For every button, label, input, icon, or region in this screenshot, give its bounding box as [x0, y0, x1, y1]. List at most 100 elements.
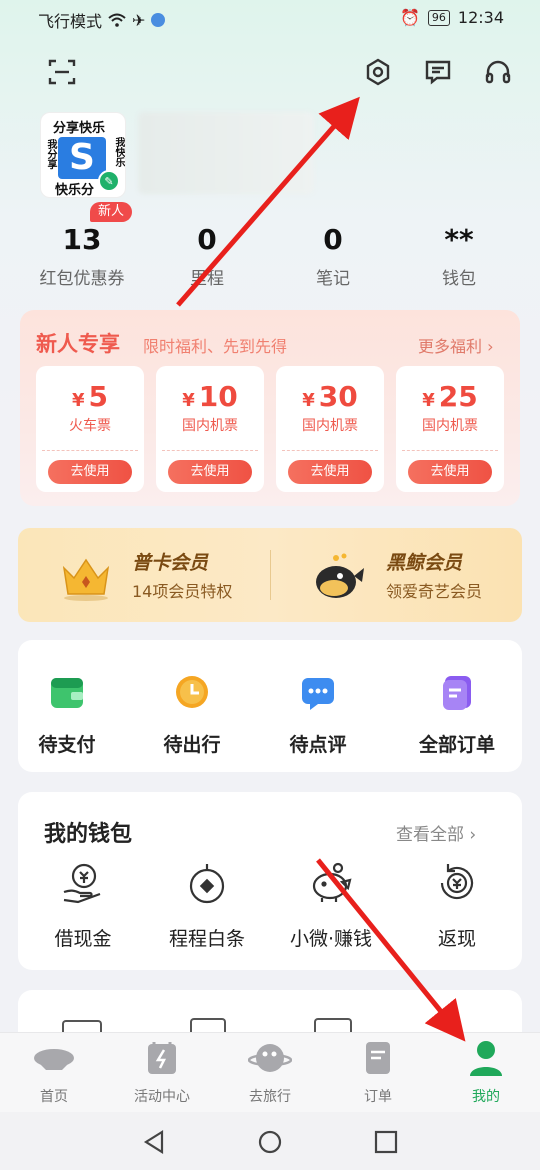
- coupon-currency: ¥: [302, 390, 315, 411]
- wallet-label: 小微·赚钱: [289, 928, 373, 950]
- nav-home[interactable]: 首页: [0, 1036, 108, 1106]
- stat-value: 13: [62, 223, 102, 256]
- credit-icon: [189, 864, 225, 904]
- stat-coupons[interactable]: 13 红包优惠券: [22, 222, 142, 289]
- order-label: 待支付: [38, 734, 96, 756]
- avatar-text-left: 我分享: [45, 139, 56, 169]
- coupon-divider: [282, 450, 378, 451]
- coupon-currency: ¥: [182, 390, 195, 411]
- use-coupon-button[interactable]: 去使用: [48, 460, 132, 484]
- order-label: 待出行: [163, 734, 221, 756]
- alarm-icon: ⏰: [399, 8, 420, 27]
- comment-icon: [302, 678, 334, 710]
- membership-divider: [270, 550, 271, 600]
- coupon-divider: [162, 450, 258, 451]
- membership-subtitle: 14项会员特权: [132, 582, 233, 601]
- coupon-name: 火车票: [69, 418, 111, 434]
- nav-label: 订单: [364, 1089, 392, 1105]
- wallet-item-cashback[interactable]: 返现: [402, 860, 512, 951]
- recents-icon[interactable]: [372, 1128, 400, 1156]
- settings-icon[interactable]: [360, 54, 396, 90]
- piggy-bank-icon: [312, 862, 352, 902]
- nav-label: 活动中心: [134, 1089, 190, 1105]
- clock-icon: [176, 676, 208, 708]
- wallet-item-cash-loan[interactable]: 借现金: [28, 860, 138, 951]
- wallet-label: 程程白条: [168, 928, 245, 950]
- coupon-amount: 30: [318, 380, 358, 413]
- coupon-amount: 5: [88, 380, 108, 413]
- message-icon[interactable]: [420, 54, 456, 90]
- coupon-amount: 10: [198, 380, 238, 413]
- customer-service-icon[interactable]: [480, 54, 516, 90]
- coupon-currency: ¥: [71, 390, 85, 411]
- nav-profile[interactable]: 我的: [432, 1036, 540, 1106]
- status-left: 飞行模式 ✈: [38, 8, 166, 32]
- stat-mileage[interactable]: 0 里程: [147, 222, 267, 289]
- newcomer-subtitle: 限时福利、先到先得: [143, 337, 288, 356]
- wallet-item-earn[interactable]: 小微·赚钱: [276, 860, 386, 951]
- order-pending-payment[interactable]: 待支付: [12, 672, 122, 757]
- more-benefits-link[interactable]: 更多福利 ›: [418, 333, 494, 357]
- avatar-text-bottom: 快乐分: [55, 183, 95, 198]
- wallet-label: 借现金: [54, 928, 112, 950]
- wallet-icon: [51, 678, 83, 708]
- avatar-text-top: 分享快乐: [53, 121, 106, 136]
- status-right: ⏰ 96 12:34: [400, 8, 504, 27]
- use-coupon-button[interactable]: 去使用: [408, 460, 492, 484]
- stat-label: 里程: [190, 269, 224, 289]
- coupon-amount: 25: [438, 380, 478, 413]
- stat-value: **: [444, 223, 474, 256]
- membership-title[interactable]: 普卡会员: [132, 548, 208, 575]
- order-label: 全部订单: [418, 734, 495, 756]
- nav-travel[interactable]: 去旅行: [216, 1036, 324, 1106]
- crown-icon[interactable]: [58, 548, 114, 604]
- stat-notes[interactable]: 0 笔记: [273, 222, 393, 289]
- order-all[interactable]: 全部订单: [402, 672, 512, 757]
- newcomer-title: 新人专享: [36, 332, 120, 356]
- nav-activity[interactable]: 活动中心: [108, 1036, 216, 1106]
- coupon-divider: [42, 450, 138, 451]
- profile-icon: [470, 1041, 502, 1076]
- stat-value: 0: [197, 223, 217, 256]
- membership-title[interactable]: 黑鲸会员: [386, 548, 462, 575]
- wallet-label: 返现: [437, 928, 476, 950]
- avatar-text-right: 我快乐: [113, 137, 124, 167]
- vpn-icon: [151, 13, 166, 27]
- coupon-currency: ¥: [422, 390, 435, 411]
- stat-wallet[interactable]: ** 钱包: [399, 222, 519, 289]
- order-pending-review[interactable]: 待点评: [263, 672, 373, 757]
- username-blurred: [138, 112, 314, 194]
- cashback-icon: [440, 864, 474, 900]
- stat-label: 笔记: [316, 269, 350, 289]
- orders-icon: [443, 676, 471, 710]
- wifi-icon: [108, 13, 126, 27]
- avatar-logo: S: [58, 137, 106, 179]
- new-user-badge: 新人: [90, 202, 132, 222]
- black-whale-icon[interactable]: [310, 548, 366, 604]
- use-coupon-button[interactable]: 去使用: [168, 460, 252, 484]
- order-pending-travel[interactable]: 待出行: [137, 672, 247, 757]
- scan-icon[interactable]: [44, 54, 80, 90]
- wallet-item-credit[interactable]: 程程白条: [152, 860, 262, 951]
- order-label: 待点评: [289, 734, 347, 756]
- airplane-icon: ✈: [132, 10, 146, 30]
- stat-label: 红包优惠券: [39, 269, 125, 289]
- coupon-card[interactable]: ¥30 国内机票 去使用: [276, 366, 384, 492]
- coupon-card[interactable]: ¥10 国内机票 去使用: [156, 366, 264, 492]
- home-button-icon[interactable]: [256, 1128, 284, 1156]
- status-bar: 飞行模式 ✈ ⏰ 96 12:34: [0, 0, 540, 36]
- clock-time: 12:34: [457, 8, 504, 27]
- coupon-card[interactable]: ¥25 国内机票 去使用: [396, 366, 504, 492]
- nav-label: 去旅行: [249, 1089, 291, 1105]
- edit-avatar-icon[interactable]: ✎: [98, 170, 120, 192]
- activity-icon: [148, 1042, 176, 1074]
- nav-label: 首页: [40, 1089, 68, 1105]
- wallet-view-all-link[interactable]: 查看全部 ›: [396, 820, 476, 845]
- nav-orders[interactable]: 订单: [324, 1036, 432, 1106]
- back-icon[interactable]: [140, 1128, 168, 1156]
- coupon-card[interactable]: ¥5 火车票 去使用: [36, 366, 144, 492]
- home-icon: [34, 1049, 74, 1070]
- use-coupon-button[interactable]: 去使用: [288, 460, 372, 484]
- system-nav-bar: [0, 1112, 540, 1170]
- cash-loan-icon: [63, 863, 101, 904]
